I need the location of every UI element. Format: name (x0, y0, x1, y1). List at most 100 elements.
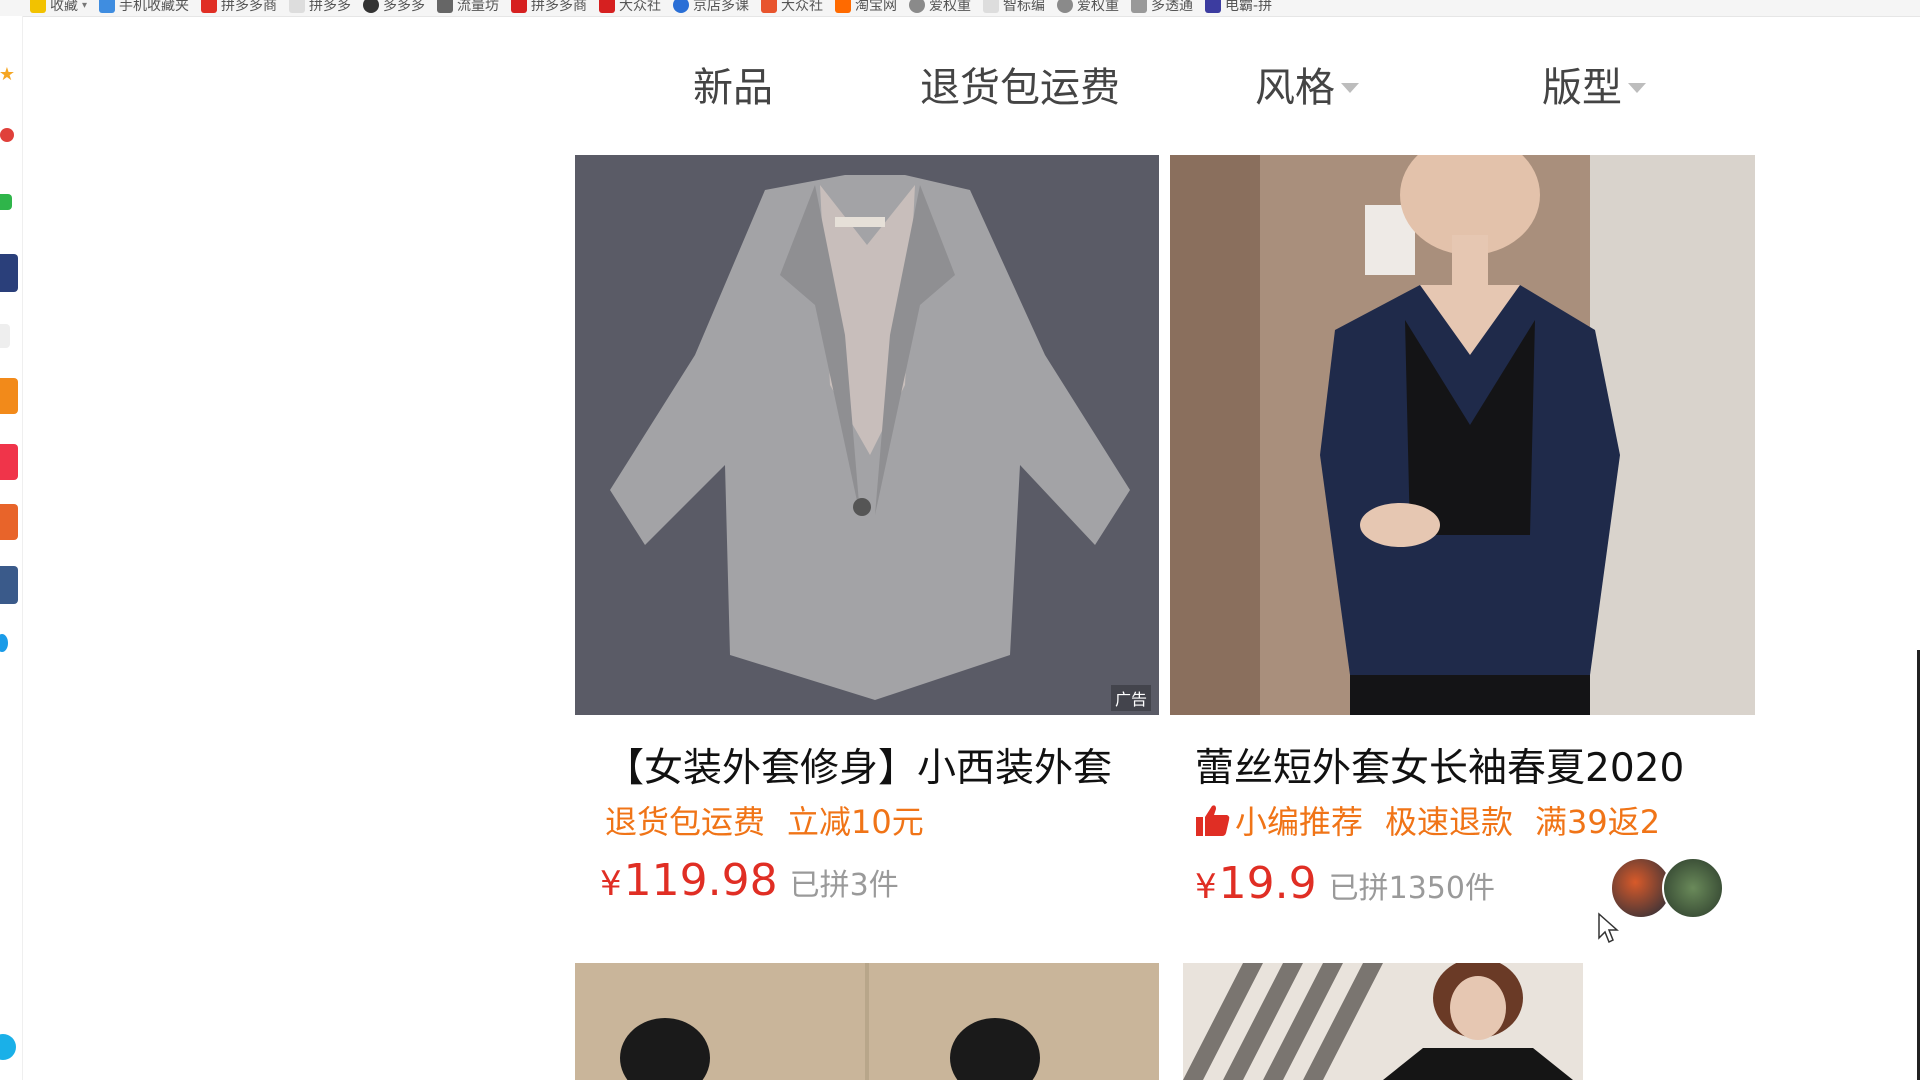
product-card[interactable] (575, 963, 1159, 1080)
shop-icon[interactable] (0, 378, 18, 414)
page-icon (983, 0, 1000, 13)
sold-count: 已拼3件 (789, 868, 899, 903)
news-icon[interactable] (0, 254, 18, 292)
avatar (1662, 857, 1724, 919)
left-sidebar: ★ (0, 16, 23, 1080)
game-icon[interactable] (0, 504, 18, 540)
bookmarks-bar: 收藏 ▾ 手机收藏夹 拼多多商 拼多多 多多多 流量坊 拼多多商 大众社 京店多… (0, 0, 1920, 17)
caret-down-icon (1341, 83, 1359, 93)
bookmark-label: 京店多课 (693, 0, 750, 14)
sold-count: 已拼1350件 (1328, 871, 1495, 906)
product-tags: 小编推荐 极速退款 满39返2 (1195, 797, 1660, 843)
phone-icon (99, 0, 116, 13)
filter-label: 新品 (693, 65, 773, 111)
price-value: 19.9 (1218, 858, 1317, 909)
caret-down-icon (1628, 83, 1646, 93)
bookmark-item[interactable]: 拼多多 (289, 0, 351, 15)
bookmark-favorites[interactable]: 收藏 ▾ (30, 0, 87, 15)
doc-icon[interactable] (0, 324, 10, 348)
user-icon (1057, 0, 1074, 13)
buyer-avatars (1610, 857, 1724, 919)
filter-label: 版型 (1542, 65, 1622, 111)
product-card[interactable]: 广告 【女装外套修身】小西装外套 退货包运费 立减10元 ¥119.98 已拼3… (575, 155, 1159, 955)
tag-cashback: 满39返2 (1535, 803, 1661, 841)
bookmark-label: 大众社 (781, 0, 824, 14)
chart-icon (1131, 0, 1148, 13)
app-icon (1205, 0, 1222, 13)
bookmark-item[interactable]: 大众社 (599, 0, 661, 15)
product-tags: 退货包运费 立减10元 (605, 797, 924, 843)
edit-icon (437, 0, 454, 13)
mouse-cursor-icon (1598, 912, 1619, 944)
filter-label: 风格 (1255, 65, 1335, 111)
price-value: 119.98 (623, 855, 778, 906)
bookmark-label: 多透通 (1151, 0, 1194, 14)
product-card[interactable]: 蕾丝短外套女长袖春夏2020 小编推荐 极速退款 满39返2 ¥19.9 已拼1… (1170, 155, 1755, 955)
product-title[interactable]: 【女装外套修身】小西装外套 (605, 737, 1145, 793)
filter-bar: 新品 退货包运费 风格 版型 (575, 55, 1755, 115)
bookmark-label: 智标编 (1003, 0, 1046, 14)
bookmark-item[interactable]: 大众社 (761, 0, 823, 15)
product-card[interactable] (1183, 963, 1583, 1080)
bookmark-item[interactable]: 爱权重 (909, 0, 971, 15)
bookmark-item[interactable]: 京店多课 (673, 0, 749, 15)
page-icon (289, 0, 306, 13)
jd-icon (599, 0, 616, 13)
chat-icon[interactable] (0, 1034, 16, 1060)
product-image[interactable]: 广告 (575, 155, 1159, 715)
bookmark-item[interactable]: 电霸-拼 (1205, 0, 1272, 15)
jd-icon (511, 0, 528, 13)
bookmark-label: 淘宝网 (855, 0, 898, 14)
filter-fit[interactable]: 版型 (1542, 55, 1646, 113)
pinduoduo-icon (201, 0, 218, 13)
video-icon[interactable] (0, 444, 18, 480)
blue-circle-icon[interactable] (0, 634, 8, 652)
bookmark-label: 电霸-拼 (1225, 0, 1273, 14)
product-price: ¥119.98 (600, 855, 778, 906)
bookmark-item[interactable]: 智标编 (983, 0, 1045, 15)
circle-icon (363, 0, 380, 13)
product-image (1183, 963, 1583, 1080)
star-icon[interactable]: ★ (0, 66, 16, 84)
blazer-image (575, 155, 1159, 715)
tag-label: 小编推荐 (1235, 803, 1364, 841)
bookmark-label: 拼多多 (309, 0, 352, 14)
bookmark-label: 大众社 (619, 0, 662, 14)
chevron-down-icon: ▾ (82, 0, 88, 11)
taobao-icon (835, 0, 852, 13)
ad-label: 广告 (1110, 685, 1151, 711)
product-image (575, 963, 1159, 1080)
thumbs-up-icon (1196, 805, 1230, 836)
bookmark-item[interactable]: 手机收藏夹 (99, 0, 189, 15)
m-icon (673, 0, 690, 13)
currency-symbol: ¥ (600, 864, 622, 904)
tag-discount: 立减10元 (787, 803, 924, 841)
tag-editor-pick: 小编推荐 (1195, 797, 1363, 843)
product-image[interactable] (1170, 155, 1755, 715)
bookmark-item[interactable]: 拼多多商 (511, 0, 587, 15)
price-row: ¥119.98 已拼3件 (600, 855, 899, 906)
tag-free-return: 退货包运费 (605, 803, 766, 841)
bookmark-label: 爱权重 (1077, 0, 1120, 14)
bookmark-item[interactable]: 爱权重 (1057, 0, 1119, 15)
user-icon (909, 0, 926, 13)
product-title[interactable]: 蕾丝短外套女长袖春夏2020 (1195, 737, 1750, 793)
weibo-icon[interactable] (0, 128, 14, 142)
green-app-icon[interactable] (0, 194, 12, 210)
bookmark-item[interactable]: 拼多多商 (201, 0, 277, 15)
bookmark-label: 手机收藏夹 (119, 0, 190, 14)
filter-free-return-shipping[interactable]: 退货包运费 (920, 55, 1120, 113)
bookmark-label: 爱权重 (929, 0, 972, 14)
currency-symbol: ¥ (1195, 867, 1217, 907)
star-icon (30, 0, 46, 13)
bookmark-item[interactable]: 多透通 (1131, 0, 1193, 15)
filter-style[interactable]: 风格 (1255, 55, 1359, 113)
city-icon[interactable] (0, 566, 18, 604)
bookmark-item[interactable]: 淘宝网 (835, 0, 897, 15)
bookmark-item[interactable]: 流量坊 (437, 0, 499, 15)
filter-label: 退货包运费 (920, 65, 1120, 111)
bookmark-label: 收藏 (50, 0, 78, 14)
bookmark-item[interactable]: 多多多 (363, 0, 425, 15)
filter-new[interactable]: 新品 (693, 55, 773, 113)
price-row: ¥19.9 已拼1350件 (1195, 858, 1495, 909)
